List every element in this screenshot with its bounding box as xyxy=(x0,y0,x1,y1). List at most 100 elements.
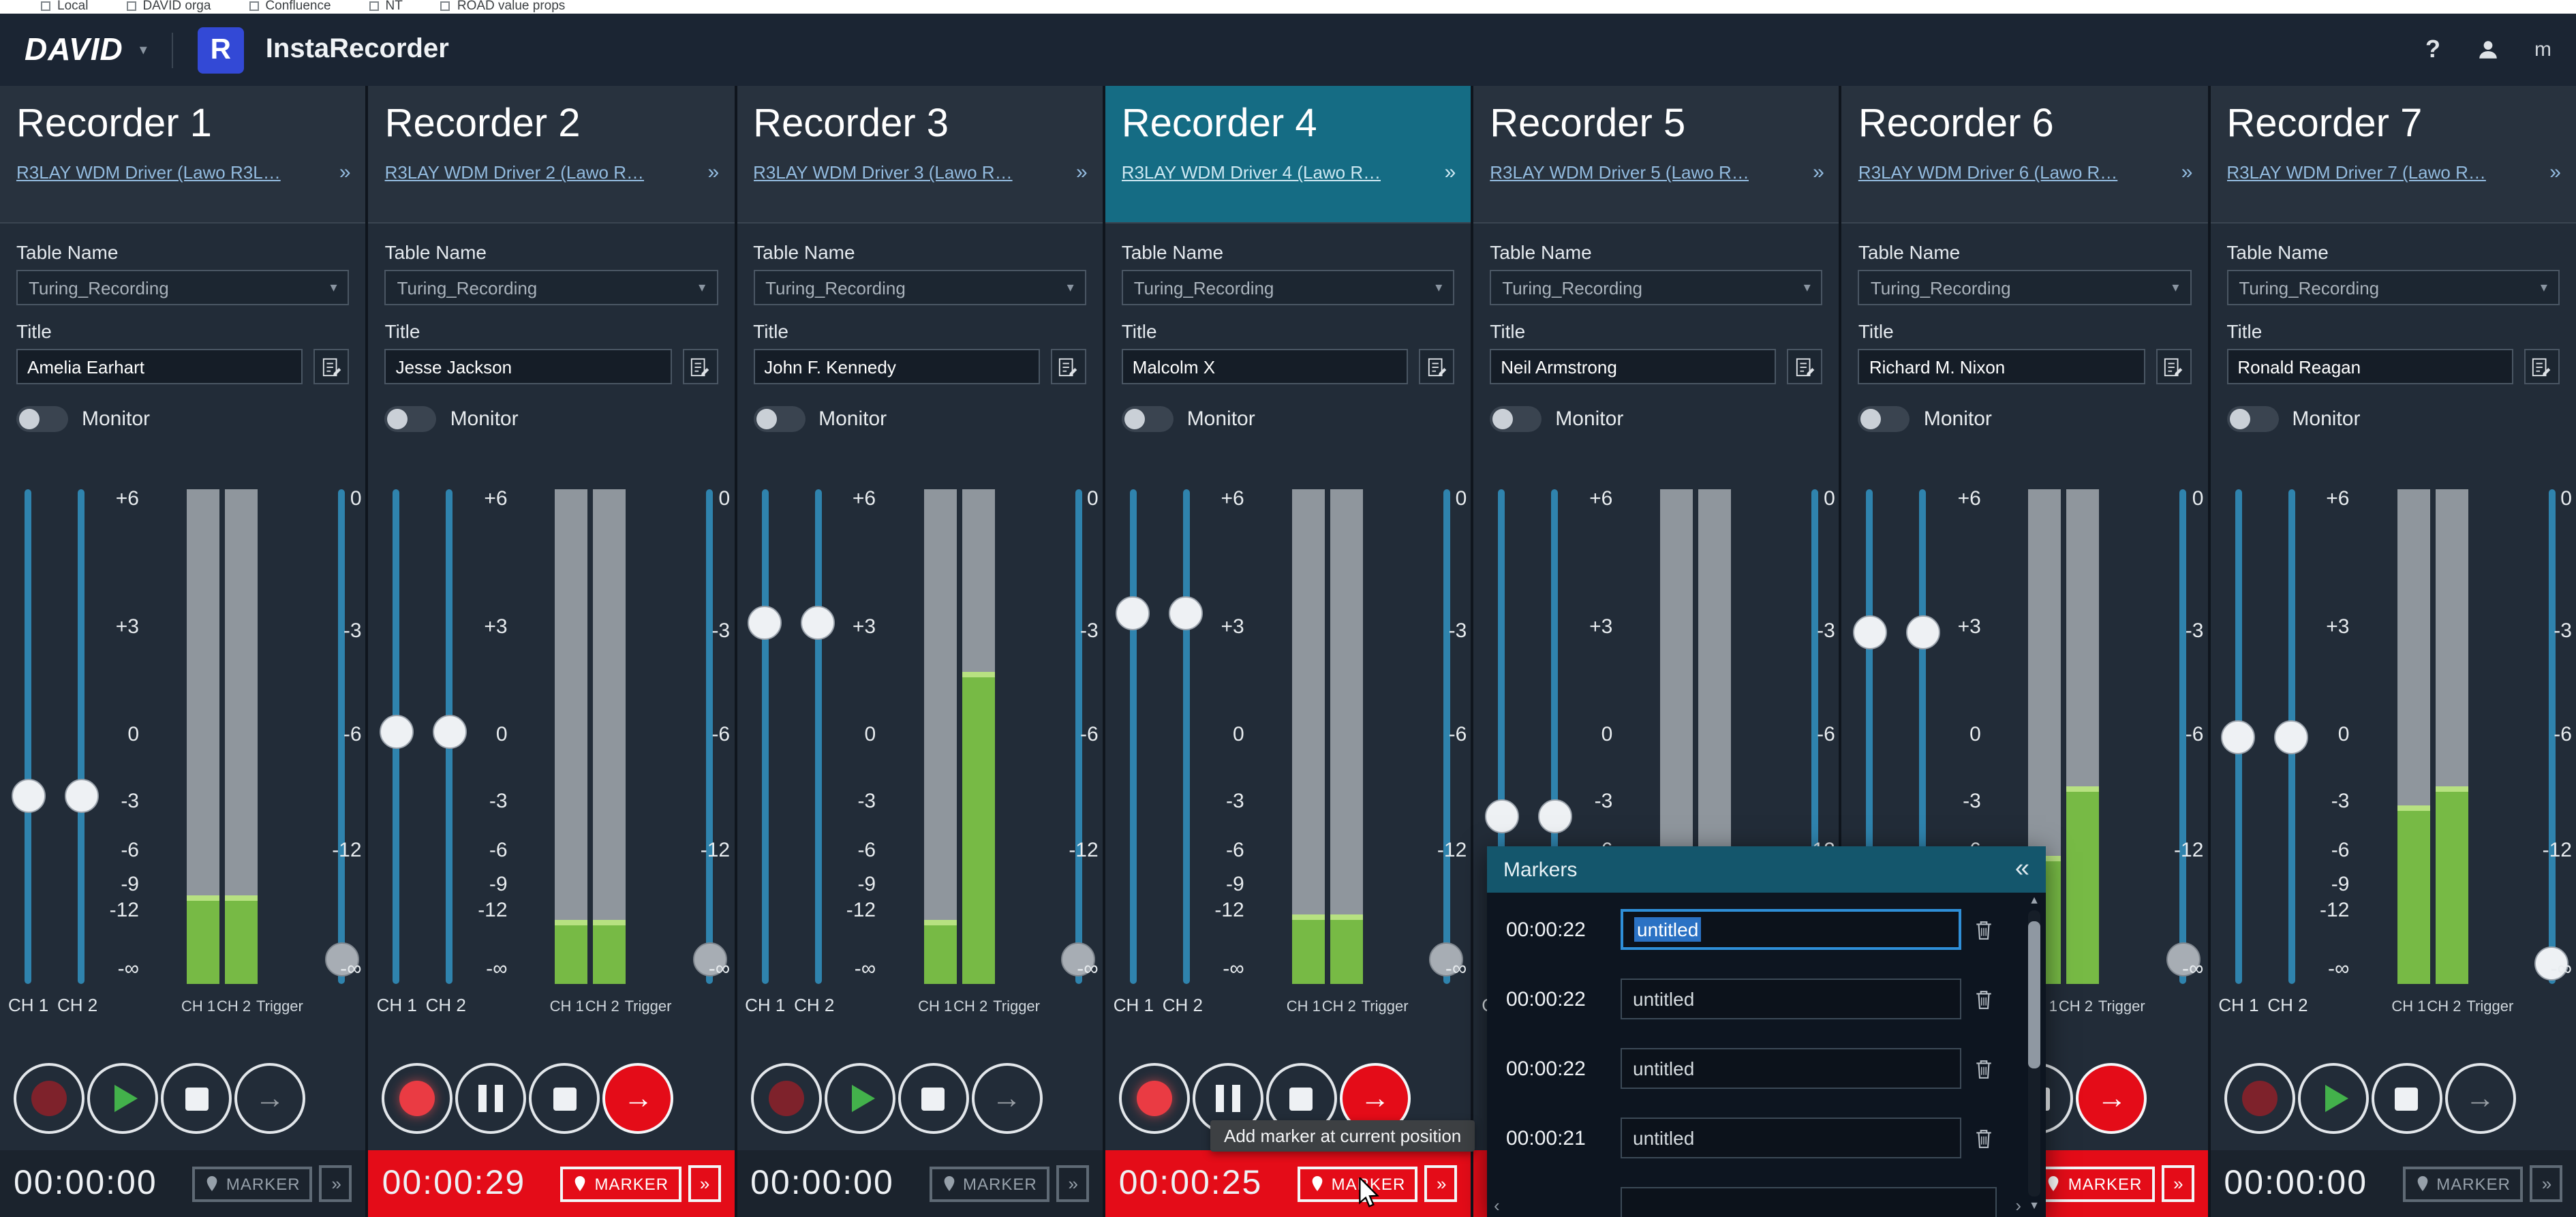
ch1-fader-knob[interactable] xyxy=(2221,720,2256,754)
bookmark-item[interactable]: NT xyxy=(369,0,403,14)
recorder-header[interactable]: Recorder 2 R3LAY WDM Driver 2 (Lawo R… » xyxy=(368,86,735,224)
marker-expand-button[interactable]: » xyxy=(1424,1165,1458,1202)
recorder-header[interactable]: Recorder 3 R3LAY WDM Driver 3 (Lawo R… » xyxy=(737,86,1103,224)
marker-button[interactable]: MARKER xyxy=(2402,1166,2523,1201)
driver-link[interactable]: R3LAY WDM Driver 3 (Lawo R… xyxy=(753,163,1012,183)
double-chevron-icon[interactable]: » xyxy=(2181,161,2193,185)
title-input[interactable] xyxy=(1858,349,2145,384)
marker-expand-button[interactable]: » xyxy=(688,1165,721,1202)
record-button[interactable] xyxy=(1118,1063,1190,1134)
marker-button[interactable]: MARKER xyxy=(929,1166,1049,1201)
table-name-select[interactable]: Turing_Recording ▾ xyxy=(2226,270,2560,305)
scrollbar-thumb[interactable] xyxy=(2028,921,2040,1068)
ch1-fader-knob[interactable] xyxy=(1116,596,1150,630)
play-pause-button[interactable] xyxy=(87,1063,158,1134)
ch1-fader-knob[interactable] xyxy=(1852,615,1887,650)
ch1-fader-knob[interactable] xyxy=(11,779,45,814)
play-pause-button[interactable] xyxy=(455,1063,527,1134)
collapse-panel-icon[interactable]: « xyxy=(2015,854,2029,884)
table-name-select[interactable]: Turing_Recording ▾ xyxy=(1490,270,1823,305)
bookmark-item[interactable]: Confluence xyxy=(249,0,331,14)
ch1-fader[interactable] xyxy=(379,489,414,984)
report-button[interactable] xyxy=(1419,349,1455,384)
instarecorder-logo[interactable]: R xyxy=(197,27,244,73)
bookmark-item[interactable]: Local xyxy=(41,0,88,14)
scroll-up-icon[interactable]: ▲ xyxy=(2029,893,2040,909)
double-chevron-icon[interactable]: » xyxy=(1813,161,1824,185)
next-button[interactable]: → xyxy=(602,1063,674,1134)
scroll-down-icon[interactable]: ▼ xyxy=(2029,1198,2040,1214)
scrollbar-vertical[interactable]: ▲ ▼ xyxy=(2025,893,2043,1214)
ch1-fader-knob[interactable] xyxy=(1484,799,1519,833)
title-input[interactable] xyxy=(16,349,303,384)
report-button[interactable] xyxy=(682,349,718,384)
title-input[interactable] xyxy=(384,349,672,384)
chevron-down-icon[interactable]: ▾ xyxy=(140,41,147,59)
david-brand-logo[interactable]: DAVID xyxy=(25,31,123,68)
scroll-right-icon[interactable]: › xyxy=(2015,1195,2021,1216)
marker-button[interactable]: MARKER xyxy=(560,1166,681,1201)
report-button[interactable] xyxy=(2156,349,2192,384)
help-icon[interactable]: ? xyxy=(2425,35,2440,64)
bookmark-item[interactable]: DAVID orga xyxy=(126,0,211,14)
ch2-fader[interactable] xyxy=(64,489,98,984)
double-chevron-icon[interactable]: » xyxy=(2549,161,2561,185)
record-button[interactable] xyxy=(2224,1063,2295,1134)
report-button[interactable] xyxy=(1050,349,1086,384)
table-name-select[interactable]: Turing_Recording ▾ xyxy=(1858,270,2192,305)
double-chevron-icon[interactable]: » xyxy=(707,161,719,185)
stop-button[interactable] xyxy=(898,1063,969,1134)
user-icon[interactable] xyxy=(2476,38,2499,61)
ch1-fader[interactable] xyxy=(748,489,782,984)
delete-marker-button[interactable] xyxy=(1975,1128,1997,1148)
user-menu-text[interactable]: m xyxy=(2534,38,2551,61)
monitor-toggle[interactable] xyxy=(1858,406,1910,432)
ch2-fader[interactable] xyxy=(1169,489,1203,984)
title-input[interactable] xyxy=(2226,349,2513,384)
double-chevron-icon[interactable]: » xyxy=(339,161,351,185)
marker-expand-button[interactable]: » xyxy=(2529,1165,2562,1202)
marker-label-input[interactable]: untitled xyxy=(1621,979,1961,1019)
delete-marker-button[interactable] xyxy=(1975,1058,1997,1079)
play-pause-button[interactable] xyxy=(2297,1063,2369,1134)
driver-link[interactable]: R3LAY WDM Driver 4 (Lawo R… xyxy=(1122,163,1381,183)
monitor-toggle[interactable] xyxy=(2226,406,2279,432)
title-input[interactable] xyxy=(1121,349,1409,384)
report-button[interactable] xyxy=(1787,349,1823,384)
ch1-fader-knob[interactable] xyxy=(379,714,414,749)
scroll-left-icon[interactable]: ‹ xyxy=(1494,1195,1500,1216)
stop-button[interactable] xyxy=(529,1063,600,1134)
driver-link[interactable]: R3LAY WDM Driver 7 (Lawo R… xyxy=(2226,163,2485,183)
marker-button[interactable]: MARKER xyxy=(191,1166,313,1201)
monitor-toggle[interactable] xyxy=(384,406,437,432)
ch1-fader-knob[interactable] xyxy=(748,606,782,640)
marker-label-input[interactable] xyxy=(1621,1187,1997,1217)
driver-link[interactable]: R3LAY WDM Driver (Lawo R3L… xyxy=(16,163,281,183)
play-pause-button[interactable] xyxy=(824,1063,895,1134)
driver-link[interactable]: R3LAY WDM Driver 5 (Lawo R… xyxy=(1490,163,1749,183)
marker-button[interactable]: MARKER xyxy=(2034,1166,2155,1201)
table-name-select[interactable]: Turing_Recording ▾ xyxy=(1121,270,1455,305)
delete-marker-button[interactable] xyxy=(1975,919,1997,940)
marker-label-input[interactable]: untitled xyxy=(1621,1118,1961,1158)
stop-button[interactable] xyxy=(161,1063,232,1134)
table-name-select[interactable]: Turing_Recording ▾ xyxy=(16,270,350,305)
scrollbar-track[interactable] xyxy=(2028,910,2040,1197)
title-input[interactable] xyxy=(1490,349,1777,384)
record-button[interactable] xyxy=(14,1063,85,1134)
marker-label-input[interactable]: untitled xyxy=(1621,1048,1961,1089)
double-chevron-icon[interactable]: » xyxy=(1445,161,1456,185)
marker-label-input[interactable]: untitled xyxy=(1621,909,1961,950)
marker-expand-button[interactable]: » xyxy=(2161,1165,2194,1202)
driver-link[interactable]: R3LAY WDM Driver 2 (Lawo R… xyxy=(385,163,644,183)
ch2-fader[interactable] xyxy=(432,489,467,984)
table-name-select[interactable]: Turing_Recording ▾ xyxy=(753,270,1086,305)
recorder-header[interactable]: Recorder 4 R3LAY WDM Driver 4 (Lawo R… » xyxy=(1105,86,1471,224)
recorder-header[interactable]: Recorder 1 R3LAY WDM Driver (Lawo R3L… » xyxy=(0,86,366,224)
monitor-toggle[interactable] xyxy=(1490,406,1542,432)
record-button[interactable] xyxy=(750,1063,822,1134)
monitor-toggle[interactable] xyxy=(753,406,806,432)
next-button[interactable]: → xyxy=(2076,1063,2147,1134)
recorder-header[interactable]: Recorder 5 R3LAY WDM Driver 5 (Lawo R… » xyxy=(1473,86,1839,224)
monitor-toggle[interactable] xyxy=(1121,406,1174,432)
